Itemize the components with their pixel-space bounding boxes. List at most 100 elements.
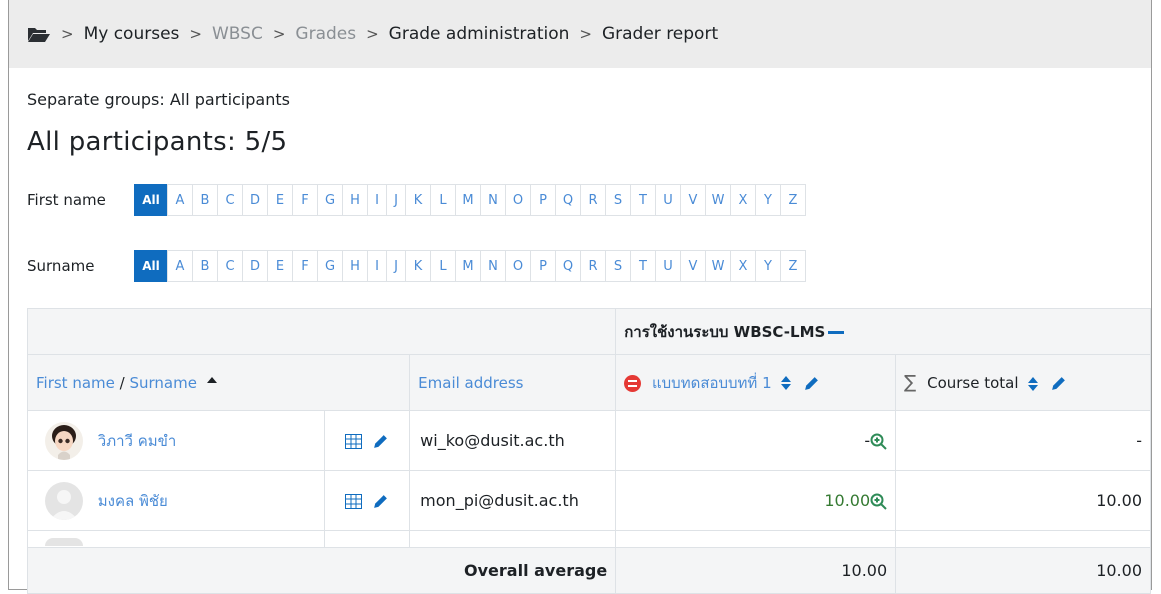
breadcrumb-separator: > bbox=[366, 25, 379, 43]
name-column-header: First name / Surname bbox=[26, 354, 411, 411]
first-name-letter-x[interactable]: X bbox=[730, 184, 756, 216]
quiz-column-label[interactable]: แบบทดสอบบทที่ 1 bbox=[652, 374, 772, 392]
first-name-letter-m[interactable]: M bbox=[455, 184, 481, 216]
surname-letter-g[interactable]: G bbox=[317, 250, 343, 282]
quiz-grade-cell[interactable]: 10.00 bbox=[615, 470, 897, 531]
surname-letter-m[interactable]: M bbox=[455, 250, 481, 282]
surname-letter-k[interactable]: K bbox=[405, 250, 431, 282]
avatar[interactable] bbox=[45, 421, 83, 460]
first-name-letter-o[interactable]: O bbox=[505, 184, 531, 216]
first-name-letter-c[interactable]: C bbox=[217, 184, 243, 216]
collapse-category-icon[interactable] bbox=[828, 330, 845, 334]
breadcrumb-grade-administration[interactable]: Grade administration bbox=[389, 24, 570, 44]
course-total-cell: - bbox=[895, 410, 1151, 471]
breadcrumb: > My courses > WBSC > Grades > Grade adm… bbox=[9, 0, 1151, 68]
pencil-icon[interactable] bbox=[372, 433, 389, 450]
surname-letter-v[interactable]: V bbox=[680, 250, 706, 282]
surname-letter-o[interactable]: O bbox=[505, 250, 531, 282]
overall-average-row: Overall average 10.00 10.00 bbox=[26, 547, 1151, 594]
sort-icon[interactable] bbox=[1027, 376, 1039, 392]
surname-letter-h[interactable]: H bbox=[342, 250, 368, 282]
first-name-letter-g[interactable]: G bbox=[317, 184, 343, 216]
first-name-letter-s[interactable]: S bbox=[605, 184, 631, 216]
pencil-icon[interactable] bbox=[372, 493, 389, 510]
surname-letter-w[interactable]: W bbox=[705, 250, 731, 282]
first-name-letter-f[interactable]: F bbox=[292, 184, 318, 216]
first-name-letter-d[interactable]: D bbox=[242, 184, 268, 216]
surname-letter-x[interactable]: X bbox=[730, 250, 756, 282]
surname-letter-t[interactable]: T bbox=[630, 250, 656, 282]
first-name-letter-j[interactable]: J bbox=[386, 184, 406, 216]
surname-letter-q[interactable]: Q bbox=[555, 250, 581, 282]
surname-filter-label: Surname bbox=[27, 257, 95, 275]
breadcrumb-course[interactable]: WBSC bbox=[212, 24, 263, 44]
sort-icon[interactable] bbox=[780, 375, 792, 391]
first-name-letter-y[interactable]: Y bbox=[755, 184, 781, 216]
table-row bbox=[27, 530, 1151, 548]
surname-letter-f[interactable]: F bbox=[292, 250, 318, 282]
breadcrumb-grades[interactable]: Grades bbox=[295, 24, 356, 44]
first-name-letter-v[interactable]: V bbox=[680, 184, 706, 216]
first-name-letter-k[interactable]: K bbox=[405, 184, 431, 216]
first-name-letter-w[interactable]: W bbox=[705, 184, 731, 216]
first-name-letter-b[interactable]: B bbox=[192, 184, 218, 216]
first-name-letter-r[interactable]: R bbox=[580, 184, 606, 216]
first-name-all-button[interactable]: All bbox=[134, 184, 168, 216]
column-header-row: First name / Surname Email address แบบทด… bbox=[26, 354, 1151, 411]
surname-letter-y[interactable]: Y bbox=[755, 250, 781, 282]
first-name-letter-t[interactable]: T bbox=[630, 184, 656, 216]
surname-letter-r[interactable]: R bbox=[580, 250, 606, 282]
first-name-letter-u[interactable]: U bbox=[655, 184, 681, 216]
first-name-letter-e[interactable]: E bbox=[267, 184, 293, 216]
course-total-cell bbox=[895, 530, 1151, 548]
first-name-letter-p[interactable]: P bbox=[530, 184, 556, 216]
zoom-in-icon[interactable] bbox=[870, 493, 887, 510]
table-row: มงคล พิชัย mon_pi@dusit.ac.th 10.00 10.0… bbox=[27, 470, 1151, 531]
first-name-letter-n[interactable]: N bbox=[480, 184, 506, 216]
first-name-letter-a[interactable]: A bbox=[167, 184, 193, 216]
surname-letter-n[interactable]: N bbox=[480, 250, 506, 282]
first-name-letter-z[interactable]: Z bbox=[780, 184, 806, 216]
pencil-icon[interactable] bbox=[1050, 375, 1067, 392]
first-name-letter-q[interactable]: Q bbox=[555, 184, 581, 216]
first-name-letter-i[interactable]: I bbox=[367, 184, 387, 216]
folder-open-icon bbox=[28, 27, 50, 42]
group-selector[interactable]: Separate groups: All participants bbox=[27, 90, 290, 109]
surname-letter-l[interactable]: L bbox=[430, 250, 456, 282]
sort-by-first-name-link[interactable]: First name bbox=[36, 374, 115, 392]
surname-letter-z[interactable]: Z bbox=[780, 250, 806, 282]
sort-asc-icon[interactable] bbox=[206, 374, 218, 386]
surname-letter-a[interactable]: A bbox=[167, 250, 193, 282]
email-column-header[interactable]: Email address bbox=[409, 354, 617, 411]
surname-letter-s[interactable]: S bbox=[605, 250, 631, 282]
pencil-icon[interactable] bbox=[803, 375, 820, 392]
surname-letter-j[interactable]: J bbox=[386, 250, 406, 282]
surname-all-button[interactable]: All bbox=[134, 250, 168, 282]
breadcrumb-grader-report: Grader report bbox=[601, 24, 719, 44]
quiz-grade-value: 10.00 bbox=[824, 491, 871, 510]
overall-average-total: 10.00 bbox=[895, 547, 1151, 594]
surname-letter-e[interactable]: E bbox=[267, 250, 293, 282]
surname-letter-d[interactable]: D bbox=[242, 250, 268, 282]
surname-letter-i[interactable]: I bbox=[367, 250, 387, 282]
surname-letter-c[interactable]: C bbox=[217, 250, 243, 282]
user-cell: มงคล พิชัย bbox=[27, 470, 325, 531]
email-column-label: Email address bbox=[418, 373, 524, 392]
user-name-link[interactable]: มงคล พิชัย bbox=[98, 492, 168, 510]
avatar[interactable] bbox=[45, 481, 83, 520]
sort-by-surname-link[interactable]: Surname bbox=[129, 374, 196, 392]
zoom-in-icon[interactable] bbox=[870, 433, 887, 450]
avatar[interactable] bbox=[45, 538, 83, 546]
breadcrumb-my-courses[interactable]: My courses bbox=[84, 24, 180, 44]
user-actions-cell bbox=[323, 470, 411, 531]
breadcrumb-separator: > bbox=[272, 25, 286, 43]
table-icon[interactable] bbox=[344, 433, 362, 449]
surname-letter-p[interactable]: P bbox=[530, 250, 556, 282]
quiz-grade-cell[interactable]: - bbox=[615, 410, 897, 471]
first-name-letter-h[interactable]: H bbox=[342, 184, 368, 216]
surname-letter-u[interactable]: U bbox=[655, 250, 681, 282]
first-name-letter-l[interactable]: L bbox=[430, 184, 456, 216]
surname-letter-b[interactable]: B bbox=[192, 250, 218, 282]
user-name-link[interactable]: วิภาวี คมขำ bbox=[98, 432, 177, 450]
table-icon[interactable] bbox=[344, 493, 362, 509]
